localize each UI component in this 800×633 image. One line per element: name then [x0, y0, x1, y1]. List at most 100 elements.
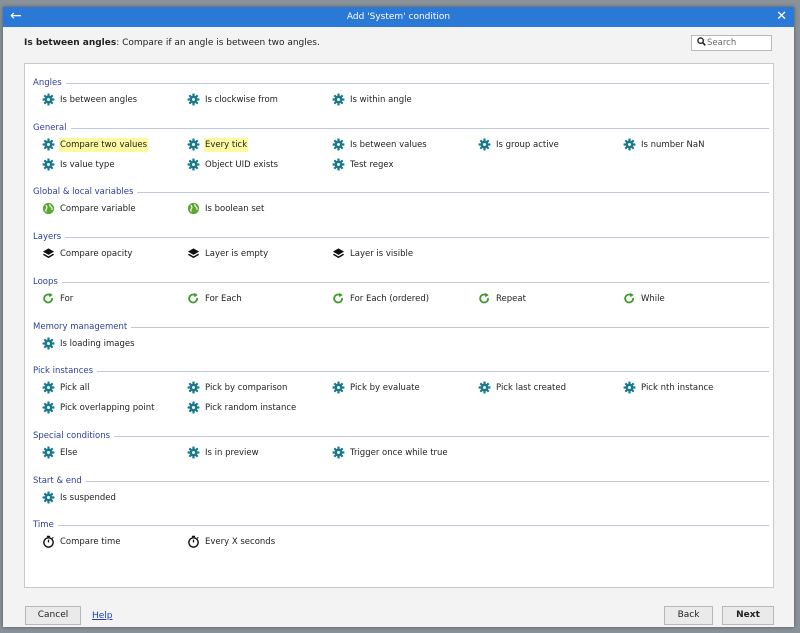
condition-item-label: Is value type: [60, 160, 115, 170]
gear-icon: [42, 138, 56, 152]
gear-icon: [42, 401, 56, 415]
cancel-button[interactable]: Cancel: [25, 606, 81, 625]
gear-icon: [42, 93, 56, 107]
globe-icon: [187, 202, 201, 216]
close-icon[interactable]: ✕: [776, 8, 787, 26]
gear-icon: [478, 138, 492, 152]
condition-name: Is between angles: [24, 38, 117, 48]
group-divider: [33, 327, 769, 328]
help-link[interactable]: Help: [92, 610, 113, 622]
condition-item-label: Is between angles: [60, 95, 138, 105]
stopwatch-icon: [42, 535, 56, 549]
group-heading: Start & end: [33, 475, 769, 487]
group-heading-label: Global & local variables: [33, 186, 138, 198]
group-heading-label: Layers: [33, 231, 66, 243]
layers-icon: [187, 247, 201, 261]
condition-item-label: Pick all: [60, 383, 90, 393]
condition-item-label: Every X seconds: [205, 537, 276, 547]
condition-item-label: Compare opacity: [60, 249, 133, 259]
search-icon: [697, 37, 706, 50]
gear-icon: [187, 401, 201, 415]
search-input[interactable]: [707, 37, 769, 49]
layers-icon: [332, 247, 346, 261]
condition-item-label: For Each: [205, 294, 242, 304]
layers-icon: [42, 247, 56, 261]
condition-item-label: Is boolean set: [205, 204, 265, 214]
dialog-title: Add 'System' condition: [346, 12, 451, 22]
group-heading-label: Pick instances: [33, 365, 98, 377]
gear-icon: [332, 446, 346, 460]
condition-item-label: Compare two values: [59, 138, 149, 152]
condition-item-label: Layer is visible: [350, 249, 414, 259]
gear-icon: [42, 381, 56, 395]
group-heading-label: Time: [33, 519, 58, 531]
group-heading-label: Start & end: [33, 475, 86, 487]
gear-icon: [332, 138, 346, 152]
condition-item-label: Layer is empty: [205, 249, 269, 259]
group-heading: Time: [33, 519, 769, 531]
condition-item-label: Pick random instance: [205, 403, 297, 413]
loop-icon: [42, 292, 56, 306]
group-heading: Global & local variables: [33, 186, 769, 198]
condition-item-label: Else: [60, 448, 78, 458]
condition-item-label: While: [641, 294, 665, 304]
condition-item-label: Is number NaN: [641, 140, 705, 150]
loop-icon: [623, 292, 637, 306]
group-divider: [33, 237, 769, 238]
condition-item-label: Is in preview: [205, 448, 259, 458]
condition-item-label: Every tick: [204, 138, 249, 152]
next-button[interactable]: Next: [722, 606, 774, 625]
group-divider: [33, 128, 769, 129]
group-heading: Loops: [33, 276, 769, 288]
gear-icon: [42, 491, 56, 505]
condition-item-label: Object UID exists: [205, 160, 279, 170]
gear-icon: [623, 138, 637, 152]
globe-icon: [42, 202, 56, 216]
condition-item-label: Pick overlapping point: [60, 403, 155, 413]
condition-item-label: Compare variable: [60, 204, 136, 214]
gear-icon: [187, 93, 201, 107]
dialog-footer: Cancel Help Back Next: [3, 591, 794, 627]
group-heading: Angles: [33, 77, 769, 89]
group-heading-label: Memory management: [33, 321, 132, 333]
condition-item-label: Compare time: [60, 537, 121, 547]
search-box[interactable]: [691, 35, 772, 51]
title-bar: ← Add 'System' condition ✕: [3, 7, 794, 27]
group-heading: General: [33, 122, 769, 134]
condition-item-label: Pick last created: [496, 383, 567, 393]
condition-item-label: Repeat: [496, 294, 526, 304]
gear-icon: [478, 381, 492, 395]
gear-icon: [187, 138, 201, 152]
condition-item-label: Is group active: [496, 140, 559, 150]
condition-description: Is between angles: Compare if an angle i…: [24, 37, 320, 49]
group-heading: Special conditions: [33, 430, 769, 442]
gear-icon: [42, 446, 56, 460]
add-condition-dialog: ← Add 'System' condition ✕ Is between an…: [3, 7, 794, 627]
gear-icon: [332, 93, 346, 107]
condition-item-label: For Each (ordered): [350, 294, 430, 304]
loop-icon: [187, 292, 201, 306]
group-divider: [33, 481, 769, 482]
condition-item-label: Is loading images: [60, 339, 135, 349]
stopwatch-icon: [187, 535, 201, 549]
group-heading-label: Special conditions: [33, 430, 115, 442]
condition-item-label: Is suspended: [60, 493, 116, 503]
condition-item-label: Test regex: [350, 160, 394, 170]
group-divider: [33, 371, 769, 372]
condition-item-label: Is within angle: [350, 95, 412, 105]
condition-item-label: Is clockwise from: [205, 95, 278, 105]
group-divider: [33, 282, 769, 283]
back-button[interactable]: Back: [664, 606, 713, 625]
condition-item-label: Is between values: [350, 140, 427, 150]
group-heading-label: Angles: [33, 77, 66, 89]
group-divider: [33, 525, 769, 526]
condition-item-label: Trigger once while true: [350, 448, 448, 458]
gear-icon: [42, 158, 56, 172]
loop-icon: [332, 292, 346, 306]
gear-icon: [623, 381, 637, 395]
condition-list: Angles Is between angles Is clockwise from…: [24, 63, 774, 588]
group-heading: Pick instances: [33, 365, 769, 377]
gear-icon: [42, 337, 56, 351]
group-heading-label: General: [33, 122, 71, 134]
condition-item-label: For: [60, 294, 74, 304]
